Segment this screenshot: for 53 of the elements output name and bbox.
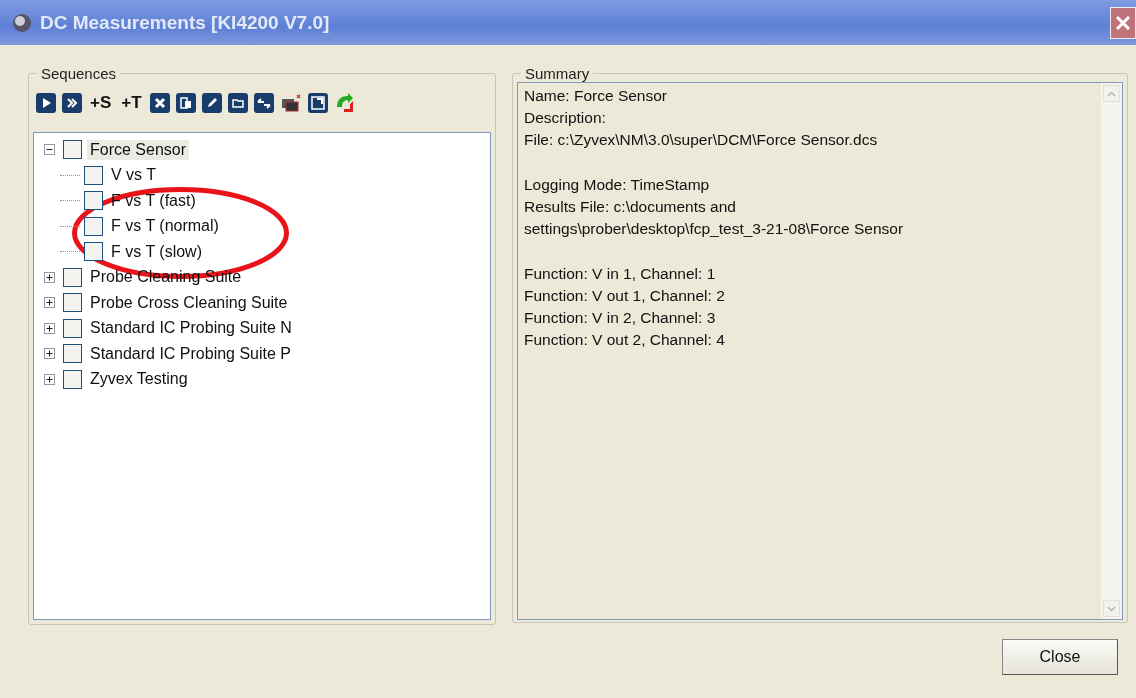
tree-item[interactable]: F vs T (normal) — [108, 216, 222, 237]
summary-line: Function: V in 1, Channel: 1 — [524, 264, 716, 282]
checkbox[interactable] — [84, 165, 103, 185]
group-title: Sequences — [40, 65, 118, 82]
tree-item[interactable]: Probe Cross Cleaning Suite — [87, 292, 291, 313]
summary-line: settings\prober\desktop\fcp_test_3-21-08\Force Sensor — [524, 220, 904, 238]
collapse-toggle[interactable] — [44, 144, 55, 156]
checkbox[interactable] — [63, 369, 82, 389]
tree-item[interactable]: Standard IC Probing Suite P — [87, 343, 294, 364]
summary-line: File: c:\Zyvex\NM\3.0\super\DCM\Force Sensor.dcs — [524, 131, 878, 149]
checkbox[interactable] — [84, 191, 103, 211]
checkbox[interactable] — [63, 267, 82, 287]
checkbox[interactable] — [84, 242, 103, 262]
summary-line: Results File: c:\documents and — [524, 197, 736, 215]
maximize-icon[interactable] — [307, 93, 328, 113]
add-toolbar-button[interactable]: +T — [119, 93, 144, 113]
summary-line: Function: V out 2, Channel: 4 — [524, 331, 725, 349]
checkbox[interactable] — [63, 293, 82, 313]
tree-item[interactable]: Zyvex Testing — [87, 369, 191, 390]
close-button[interactable]: Close — [1002, 639, 1118, 675]
expand-toggle[interactable] — [44, 271, 55, 283]
fast-forward-icon[interactable] — [62, 93, 82, 113]
expand-toggle[interactable] — [44, 297, 55, 309]
app-icon — [12, 12, 32, 33]
tree-item[interactable]: Standard IC Probing Suite N — [87, 318, 295, 339]
chevron-down-icon — [1107, 605, 1116, 612]
swap-arrows-icon[interactable] — [253, 93, 274, 113]
tree-item[interactable]: V vs T — [108, 165, 160, 186]
summary-line: Function: V out 1, Channel: 2 — [524, 286, 725, 304]
close-icon[interactable] — [1110, 6, 1136, 39]
summary-line: Name: Force Sensor — [524, 87, 667, 104]
copy-icon[interactable] — [175, 93, 196, 113]
summary-line: Description: — [524, 109, 606, 127]
tree-item[interactable]: Force Sensor — [87, 139, 190, 160]
checkbox[interactable] — [84, 216, 103, 236]
checkbox[interactable] — [63, 344, 82, 364]
play-icon[interactable] — [36, 93, 56, 113]
chevron-up-icon — [1107, 90, 1116, 97]
expand-toggle[interactable] — [44, 373, 55, 385]
folder-icon[interactable] — [227, 93, 248, 113]
pencil-icon[interactable] — [201, 93, 222, 113]
windows-icon[interactable] — [279, 92, 302, 114]
delete-icon[interactable] — [149, 93, 170, 113]
add-toolbar-button[interactable]: +S — [88, 93, 114, 113]
group-title: Summary — [524, 65, 591, 82]
window-title: DC Measurements [KI4200 V7.0] — [40, 11, 331, 34]
tree-item[interactable]: F vs T (slow) — [108, 241, 205, 262]
checkbox[interactable] — [63, 140, 82, 160]
expand-toggle[interactable] — [44, 348, 55, 360]
checkbox[interactable] — [63, 318, 82, 338]
summary-line: Logging Mode: TimeStamp — [524, 175, 710, 193]
summary-line: Function: V in 2, Channel: 3 — [524, 308, 716, 326]
expand-toggle[interactable] — [44, 322, 55, 334]
